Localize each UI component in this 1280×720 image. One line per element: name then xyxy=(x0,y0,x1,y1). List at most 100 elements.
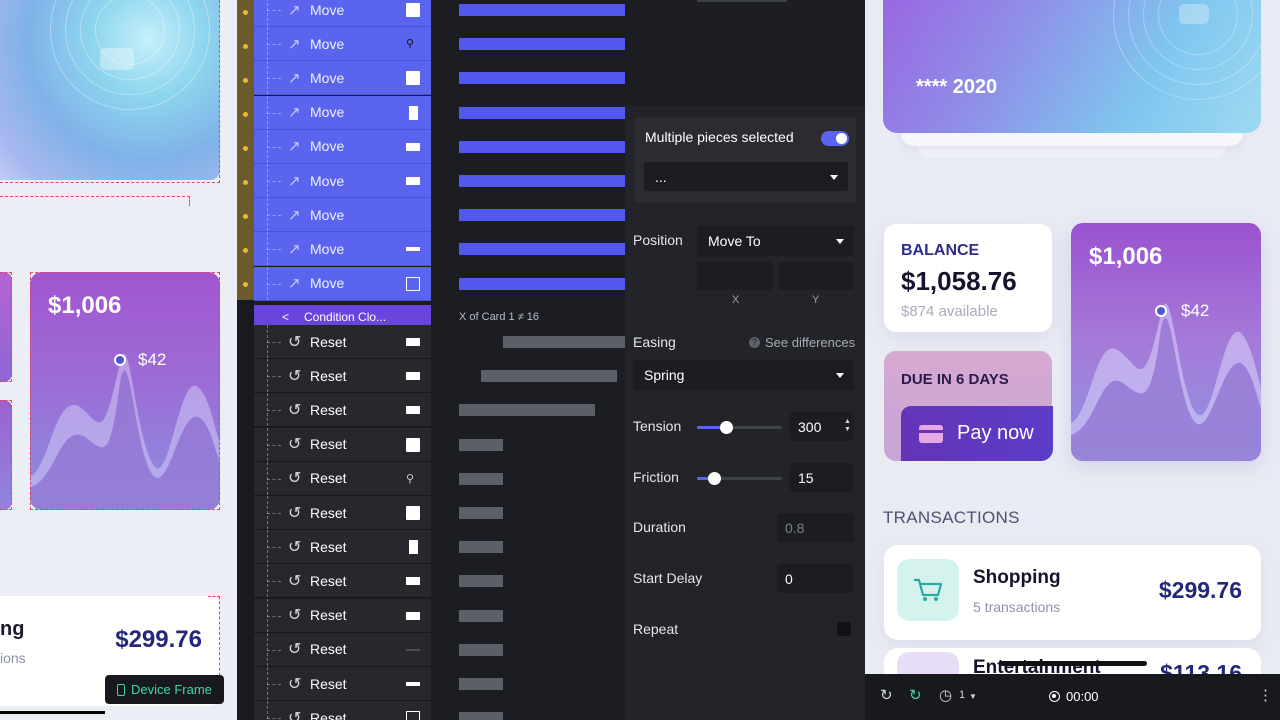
timeline-duration-bar[interactable] xyxy=(459,175,625,187)
timeline-row[interactable]: ↗ Move xyxy=(254,129,625,164)
timeline-row[interactable]: ↗ Move xyxy=(254,164,625,198)
balance-card[interactable]: BALANCE $1,058.76 $874 available xyxy=(884,224,1052,332)
position-y-input[interactable] xyxy=(778,262,854,290)
record-icon[interactable] xyxy=(1049,691,1060,702)
timeline-duration-bar[interactable] xyxy=(459,209,625,222)
position-select[interactable]: Move To xyxy=(697,226,854,256)
timeline-row[interactable]: ↺ Reset xyxy=(254,393,625,428)
timeline-row[interactable]: ↺ Reset xyxy=(254,359,625,394)
multiple-selection-toggle[interactable] xyxy=(821,131,849,146)
timeline-row-label-cell[interactable]: ↺ Reset xyxy=(254,530,431,565)
keyframe-dot[interactable] xyxy=(243,44,248,49)
timeline-row[interactable]: ↗ Move xyxy=(254,198,625,233)
timeline-row-label-cell[interactable]: ↺ Reset xyxy=(254,564,431,599)
timeline-duration-bar[interactable] xyxy=(459,277,625,290)
timeline-row-label-cell[interactable]: ↺ Reset ⚲ xyxy=(254,461,431,496)
more-icon[interactable]: ⋮ xyxy=(1258,686,1273,704)
timeline-row[interactable]: ↺ Reset xyxy=(254,598,625,633)
chart-card[interactable]: $1,006 $42 xyxy=(1071,223,1261,461)
repeat-checkbox[interactable] xyxy=(837,622,851,636)
timeline-row[interactable]: ↗ Move xyxy=(254,266,625,301)
timeline-duration-bar[interactable] xyxy=(503,336,625,348)
timeline-row[interactable]: ↗ Move xyxy=(254,61,625,96)
transaction-card[interactable]: Shopping 5 transactions $299.76 xyxy=(884,545,1261,640)
timeline-duration-bar[interactable] xyxy=(459,404,595,417)
clock-icon[interactable]: ◷ xyxy=(939,686,952,704)
keyframe-dot[interactable] xyxy=(243,146,248,151)
timeline-duration-bar[interactable] xyxy=(459,106,625,119)
timeline-duration-bar[interactable] xyxy=(459,541,503,554)
timeline-row[interactable]: ↺ Reset xyxy=(254,701,625,720)
timeline-duration-bar[interactable] xyxy=(459,575,503,588)
timeline-row-label-cell[interactable]: ↗ Move xyxy=(254,0,431,27)
keyframe-dot[interactable] xyxy=(243,112,248,117)
timeline-row-label-cell[interactable]: ↺ Reset xyxy=(254,667,431,701)
timeline-duration-bar[interactable] xyxy=(459,712,503,720)
timeline-row-label-cell[interactable]: ↗ Move xyxy=(254,198,431,233)
timeline-row-label-cell[interactable]: ↗ Move xyxy=(254,164,431,198)
see-differences-link[interactable]: ? See differences xyxy=(749,335,855,350)
timeline-row[interactable]: ↺ Reset xyxy=(254,496,625,530)
timeline-row[interactable]: ↺ Reset xyxy=(254,632,625,667)
timeline-row-label-cell[interactable]: ↺ Reset xyxy=(254,632,431,667)
timeline-row[interactable]: ↗ Move ⚲ xyxy=(254,27,625,62)
timeline-row[interactable]: ↺ Reset xyxy=(254,564,625,599)
timeline-duration-bar[interactable] xyxy=(459,4,625,16)
timeline-row-label-cell[interactable]: ↗ Move xyxy=(254,129,431,164)
keyframe-dot[interactable] xyxy=(243,282,248,287)
timeline-duration-bar[interactable] xyxy=(459,72,625,85)
timeline-row-label-cell[interactable]: ↗ Move xyxy=(254,61,431,96)
timeline-duration-bar[interactable] xyxy=(459,507,503,519)
timeline-duration-bar[interactable] xyxy=(459,438,503,451)
easing-select[interactable]: Spring xyxy=(633,360,854,390)
timeline-row-label-cell[interactable]: ↺ Reset xyxy=(254,701,431,720)
timeline-row-label-cell[interactable]: ↺ Reset xyxy=(254,325,431,359)
timeline-row-label-cell[interactable]: ↗ Move xyxy=(254,266,431,301)
keyframe-dot[interactable] xyxy=(243,248,248,253)
timeline-row-label-cell[interactable]: ↺ Reset xyxy=(254,598,431,633)
timeline-row[interactable]: ↗ Move xyxy=(254,0,625,27)
timeline-duration-bar[interactable] xyxy=(459,38,625,51)
credit-card[interactable]: **** 2020 xyxy=(883,0,1261,133)
keyframe-dot[interactable] xyxy=(243,78,248,83)
keyframe-dot[interactable] xyxy=(243,214,248,219)
auto-play-icon[interactable]: ↻ xyxy=(909,686,922,704)
friction-slider[interactable] xyxy=(697,472,782,485)
tension-slider[interactable] xyxy=(697,421,782,434)
timeline-row[interactable]: ↺ Reset xyxy=(254,530,625,565)
timeline-row[interactable]: ↗ Move xyxy=(254,232,625,267)
refresh-icon[interactable]: ↻ xyxy=(880,686,893,704)
keyframe-dot[interactable] xyxy=(243,180,248,185)
timeline-row-label-cell[interactable]: ↺ Reset xyxy=(254,496,431,530)
timeline-duration-bar[interactable] xyxy=(459,609,503,622)
timeline-row[interactable]: ↺ Reset ⚲ xyxy=(254,461,625,496)
duration-input[interactable]: 0.8 xyxy=(777,513,854,542)
timeline-row[interactable]: ↺ Reset xyxy=(254,667,625,701)
timeline-duration-bar[interactable] xyxy=(459,643,503,656)
timeline-duration-bar[interactable] xyxy=(459,140,625,153)
start-delay-input[interactable]: 0 xyxy=(777,564,854,593)
timeline-row-label-cell[interactable]: ↺ Reset xyxy=(254,427,431,462)
tension-slider-handle[interactable] xyxy=(719,421,733,434)
playback-speed[interactable]: 1 xyxy=(959,689,965,701)
pay-now-button[interactable]: Pay now xyxy=(901,406,1053,461)
timeline-row-label-cell[interactable]: ↗ Move ⚲ xyxy=(254,27,431,62)
timeline-row-label-cell[interactable]: ↺ Reset xyxy=(254,393,431,428)
friction-slider-handle[interactable] xyxy=(708,472,721,485)
timeline-duration-bar[interactable] xyxy=(459,243,625,256)
timeline-row[interactable]: ↗ Move xyxy=(254,95,625,130)
timeline-duration-bar[interactable] xyxy=(481,370,617,383)
keyframe-dot[interactable] xyxy=(243,10,248,15)
friction-input[interactable]: 15 xyxy=(790,463,854,492)
timeline-row[interactable]: ↺ Reset xyxy=(254,325,625,359)
chevron-down-icon[interactable]: ▼ xyxy=(969,692,977,701)
timeline-row-label-cell[interactable]: ↺ Reset xyxy=(254,359,431,394)
timeline-duration-bar[interactable] xyxy=(459,678,503,690)
piece-select[interactable]: ... xyxy=(644,162,848,191)
timeline-row-label-cell[interactable]: ↗ Move xyxy=(254,95,431,130)
timeline-duration-bar[interactable] xyxy=(459,472,503,485)
stepper-arrows-icon[interactable]: ▲ ▼ xyxy=(844,418,851,434)
timeline-row-label-cell[interactable]: ↗ Move xyxy=(254,232,431,267)
timeline-row[interactable]: ↺ Reset xyxy=(254,427,625,462)
position-x-input[interactable] xyxy=(697,262,773,290)
